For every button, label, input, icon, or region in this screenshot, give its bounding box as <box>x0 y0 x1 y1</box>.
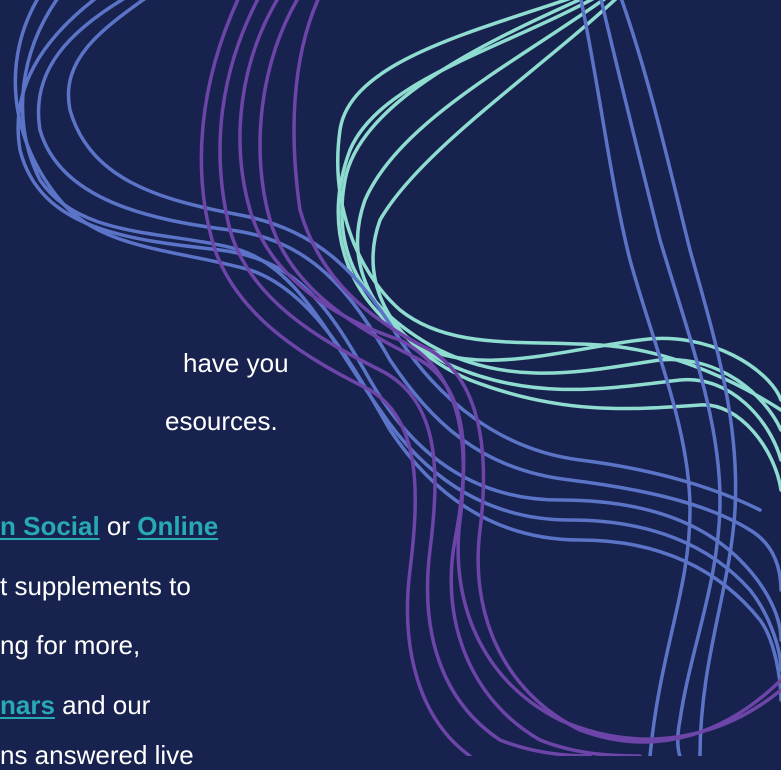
link-online[interactable]: Online <box>137 511 218 541</box>
link-webinars[interactable]: nars <box>0 690 55 720</box>
text-line-5: ng for more, <box>0 630 141 660</box>
text-line-4: t supplements to <box>0 571 191 601</box>
text-and-our: and our <box>54 690 151 720</box>
text-line-6: nars and our <box>0 692 150 718</box>
text-line-1: have you <box>183 348 289 378</box>
text-or: or <box>99 511 138 541</box>
text-line-3: n Social or Online <box>0 513 218 539</box>
link-social[interactable]: n Social <box>0 511 100 541</box>
text-line-7: ns answered live <box>0 740 194 770</box>
text-line-2: esources. <box>165 406 278 436</box>
body-text-block: have you esources. n Social or Online t … <box>0 0 781 768</box>
